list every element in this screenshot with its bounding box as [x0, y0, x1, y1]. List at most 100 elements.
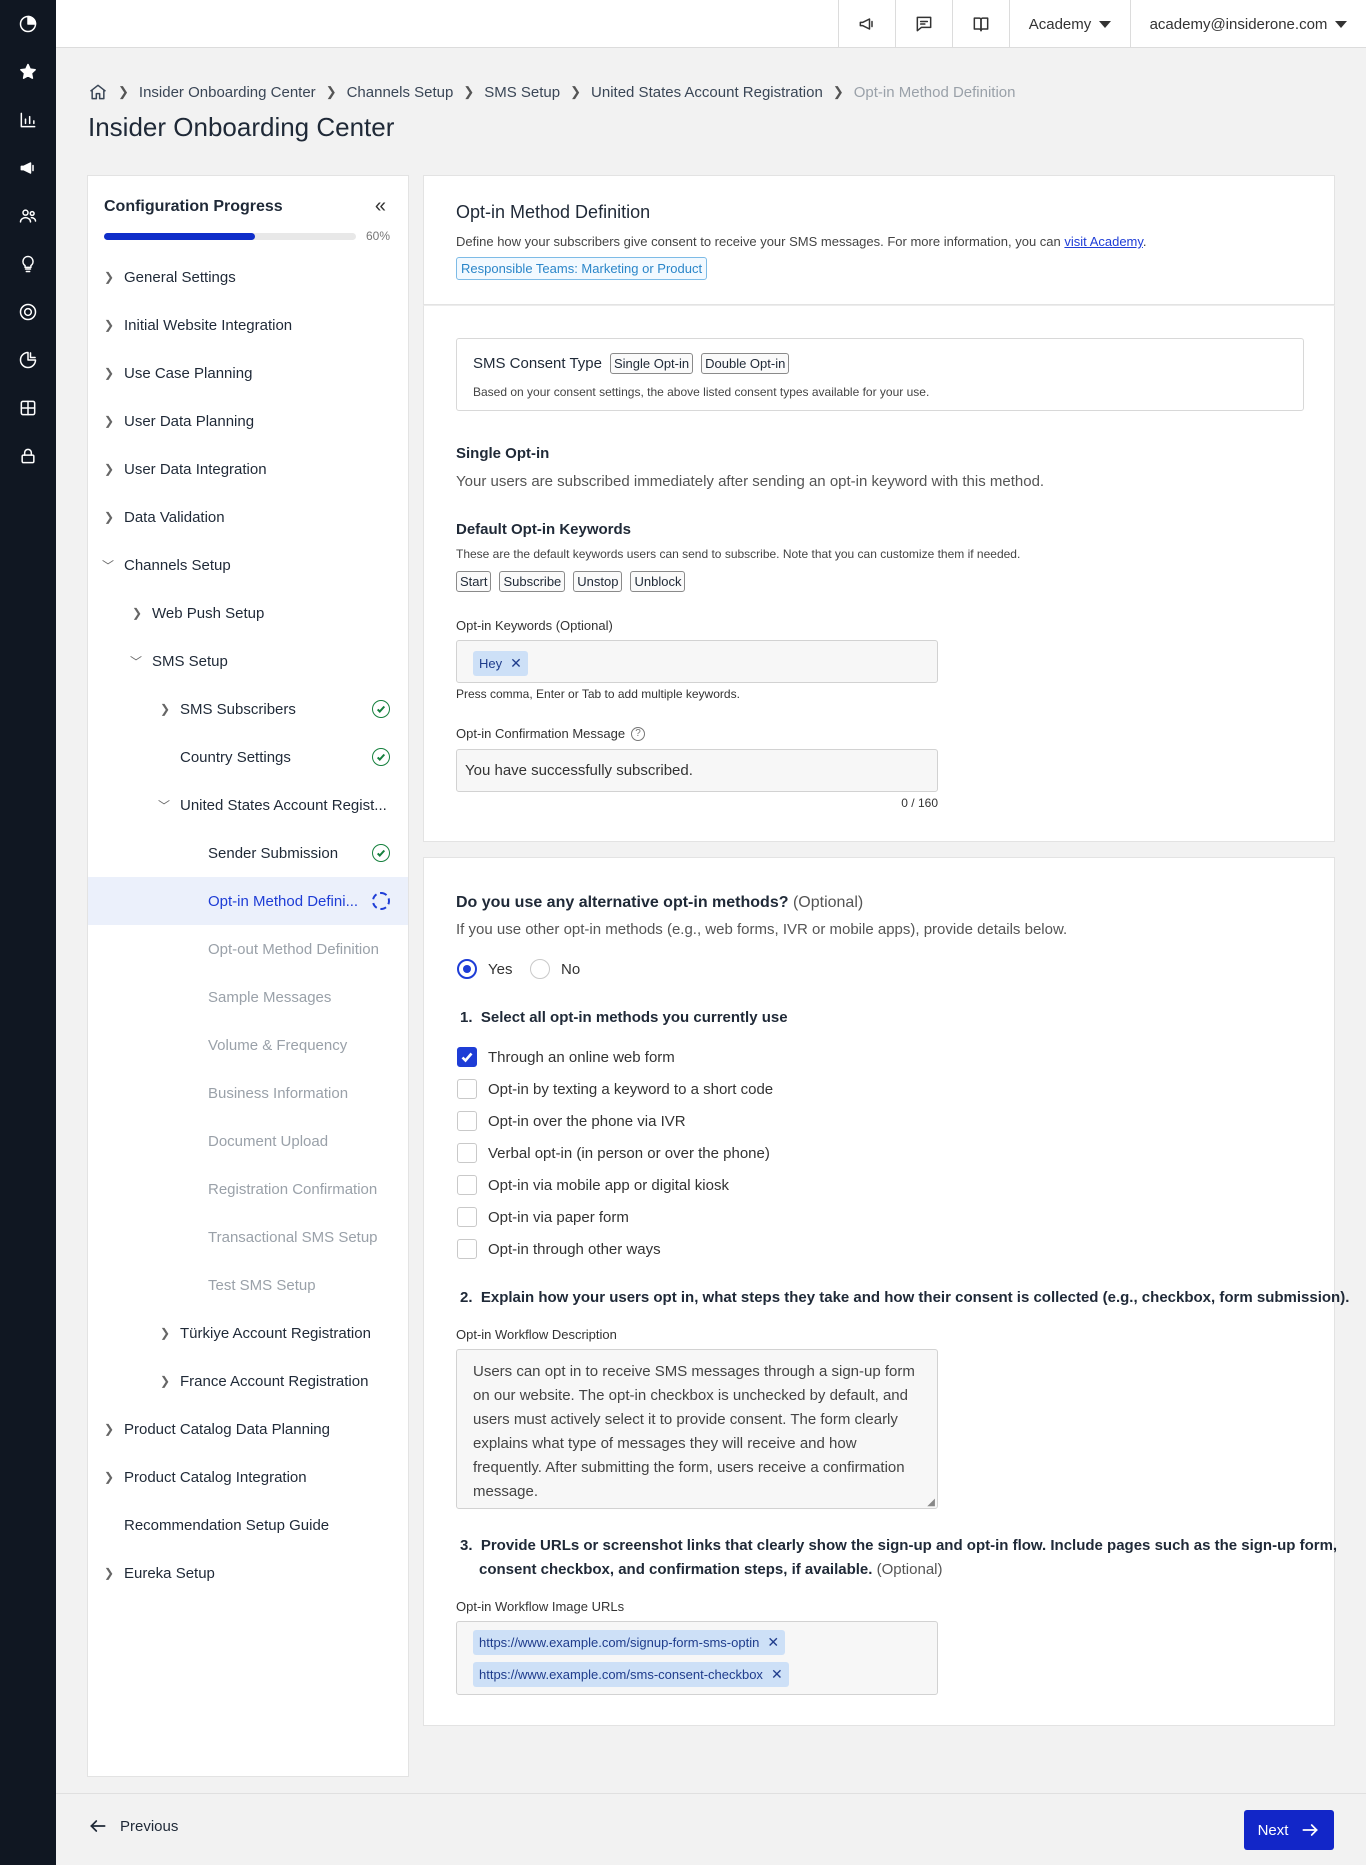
remove-chip-icon[interactable]: ✕	[767, 1634, 779, 1651]
sidebar-item-country-settings[interactable]: Country Settings	[88, 733, 408, 781]
account-dropdown[interactable]: academy@insiderone.com	[1130, 0, 1366, 48]
help-circle-icon[interactable]: ?	[631, 726, 646, 741]
sidebar-item-general-settings[interactable]: ❯ General Settings	[88, 253, 408, 301]
workflow-urls-input[interactable]: https://www.example.com/signup-form-sms-…	[456, 1621, 938, 1695]
sidebar-item-turkiye-account-registration[interactable]: ❯ Türkiye Account Registration	[88, 1309, 408, 1357]
sidebar-item-sms-setup[interactable]: ﹀ SMS Setup	[88, 637, 408, 685]
bottom-bar: Previous Next	[56, 1793, 1366, 1865]
chevron-down-icon	[1335, 20, 1348, 28]
sidebar-item-user-data-planning[interactable]: ❯ User Data Planning	[88, 397, 408, 445]
optin-keywords-label: Opt-in Keywords (Optional)	[456, 618, 613, 633]
breadcrumb-current: Opt-in Method Definition	[853, 83, 1016, 101]
sidebar-item-data-validation[interactable]: ❯ Data Validation	[88, 493, 408, 541]
sidebar-item-label: Country Settings	[180, 748, 291, 766]
chevron-right-icon: ❯	[104, 1566, 115, 1580]
pie-chart-icon[interactable]	[16, 348, 40, 372]
next-label: Next	[1257, 1821, 1289, 1839]
book-icon[interactable]	[952, 0, 1009, 48]
dashboard-icon[interactable]	[16, 396, 40, 420]
sidebar-item-label: Recommendation Setup Guide	[124, 1516, 330, 1534]
workflow-line: explains what type of messages they will…	[473, 1435, 857, 1452]
optin-keywords-hint: Press comma, Enter or Tab to add multipl…	[456, 687, 740, 701]
method-checkbox-mobile-app[interactable]	[457, 1175, 477, 1195]
sidebar-item-product-catalog-data-planning[interactable]: ❯ Product Catalog Data Planning	[88, 1405, 408, 1453]
home-icon[interactable]	[88, 82, 108, 102]
sidebar-item-optin-method-definition[interactable]: Opt-in Method Defini...	[88, 877, 408, 925]
method-checkbox-paper-form[interactable]	[457, 1207, 477, 1227]
previous-button[interactable]: Previous	[88, 1816, 178, 1836]
target-icon[interactable]	[16, 300, 40, 324]
sidebar-item-eureka-setup[interactable]: ❯ Eureka Setup	[88, 1549, 408, 1597]
top-bar: Academy academy@insiderone.com	[56, 0, 1366, 48]
analytics-icon[interactable]	[16, 108, 40, 132]
logo-icon[interactable]	[16, 12, 40, 36]
sidebar-item-use-case-planning[interactable]: ❯ Use Case Planning	[88, 349, 408, 397]
breadcrumb: ❯ Insider Onboarding Center ❯ Channels S…	[88, 82, 1015, 102]
method-label: Verbal opt-in (in person or over the pho…	[488, 1145, 770, 1162]
breadcrumb-us-registration[interactable]: United States Account Registration	[591, 84, 823, 101]
method-label: Opt-in over the phone via IVR	[488, 1113, 686, 1130]
sidebar-item-sender-submission[interactable]: Sender Submission	[88, 829, 408, 877]
sidebar-item-optout-method-definition[interactable]: Opt-out Method Definition	[88, 925, 408, 973]
confirmation-message-input[interactable]: You have successfully subscribed.	[456, 749, 938, 792]
url-chip: https://www.example.com/signup-form-sms-…	[473, 1630, 786, 1655]
sidebar-item-product-catalog-integration[interactable]: ❯ Product Catalog Integration	[88, 1453, 408, 1501]
sidebar-item-france-account-registration[interactable]: ❯ France Account Registration	[88, 1357, 408, 1405]
sidebar-item-recommendation-setup-guide[interactable]: Recommendation Setup Guide	[88, 1501, 408, 1549]
method-checkbox-other[interactable]	[457, 1239, 477, 1259]
sidebar-item-business-information[interactable]: Business Information	[88, 1069, 408, 1117]
breadcrumb-channels-setup[interactable]: Channels Setup	[347, 84, 454, 101]
sidebar-item-sms-subscribers[interactable]: ❯ SMS Subscribers	[88, 685, 408, 733]
lock-icon[interactable]	[16, 444, 40, 468]
remove-chip-icon[interactable]: ✕	[510, 655, 522, 672]
resize-handle-icon[interactable]: ◢	[927, 1497, 935, 1508]
sidebar-item-web-push-setup[interactable]: ❯ Web Push Setup	[88, 589, 408, 637]
megaphone-icon[interactable]	[16, 156, 40, 180]
users-icon[interactable]	[16, 204, 40, 228]
yes-radio[interactable]	[457, 959, 477, 979]
breadcrumb-sms-setup[interactable]: SMS Setup	[484, 84, 560, 101]
announcements-icon[interactable]	[838, 0, 895, 48]
breadcrumb-onboarding[interactable]: Insider Onboarding Center	[139, 84, 316, 101]
method-checkbox-verbal[interactable]	[457, 1143, 477, 1163]
no-radio[interactable]	[530, 959, 550, 979]
keyword-tag: Start	[456, 571, 492, 592]
check-circle-icon	[372, 844, 390, 862]
no-label[interactable]: No	[561, 961, 580, 978]
sidebar-item-label: Registration Confirmation	[208, 1180, 378, 1198]
sidebar-item-channels-setup[interactable]: ﹀ Channels Setup	[88, 541, 408, 589]
sidebar-item-volume-frequency[interactable]: Volume & Frequency	[88, 1021, 408, 1069]
method-checkbox-short-code[interactable]	[457, 1079, 477, 1099]
sidebar-item-sample-messages[interactable]: Sample Messages	[88, 973, 408, 1021]
workflow-description-textarea[interactable]: Users can opt in to receive SMS messages…	[456, 1349, 938, 1509]
chevron-right-icon: ❯	[104, 270, 115, 284]
sidebar-item-us-account-registration[interactable]: ﹀ United States Account Regist...	[88, 781, 408, 829]
academy-dropdown[interactable]: Academy	[1009, 0, 1130, 48]
sidebar-item-document-upload[interactable]: Document Upload	[88, 1117, 408, 1165]
optin-keywords-input[interactable]: Hey ✕	[456, 640, 938, 683]
star-icon[interactable]	[16, 60, 40, 84]
next-button[interactable]: Next	[1244, 1810, 1334, 1850]
default-keywords-list: Start Subscribe Unstop Unblock	[456, 571, 693, 592]
method-checkbox-web-form[interactable]	[457, 1047, 477, 1067]
question-text: Do you use any alternative opt-in method…	[456, 894, 789, 911]
chip-text: https://www.example.com/sms-consent-chec…	[479, 1667, 763, 1682]
method-label: Opt-in via paper form	[488, 1209, 629, 1226]
yes-label[interactable]: Yes	[488, 961, 512, 978]
chevron-down-icon: ﹀	[102, 558, 115, 573]
visit-academy-link[interactable]: visit Academy	[1064, 234, 1143, 249]
lightbulb-icon[interactable]	[16, 252, 40, 276]
sidebar-item-test-sms-setup[interactable]: Test SMS Setup	[88, 1261, 408, 1309]
chevron-right-icon: ❯	[104, 462, 115, 476]
remove-chip-icon[interactable]: ✕	[771, 1666, 783, 1683]
method-checkbox-ivr[interactable]	[457, 1111, 477, 1131]
sidebar-item-initial-website-integration[interactable]: ❯ Initial Website Integration	[88, 301, 408, 349]
sidebar-item-registration-confirmation[interactable]: Registration Confirmation	[88, 1165, 408, 1213]
sidebar-item-user-data-integration[interactable]: ❯ User Data Integration	[88, 445, 408, 493]
chat-icon[interactable]	[895, 0, 952, 48]
consent-type-row: SMS Consent Type Single Opt-in Double Op…	[473, 353, 797, 374]
step-three-title: 3. Provide URLs or screenshot links that…	[460, 1537, 1338, 1554]
collapse-sidebar-icon[interactable]: «	[375, 196, 386, 216]
sidebar-item-transactional-sms-setup[interactable]: Transactional SMS Setup	[88, 1213, 408, 1261]
sidebar-item-label: Eureka Setup	[124, 1564, 215, 1582]
